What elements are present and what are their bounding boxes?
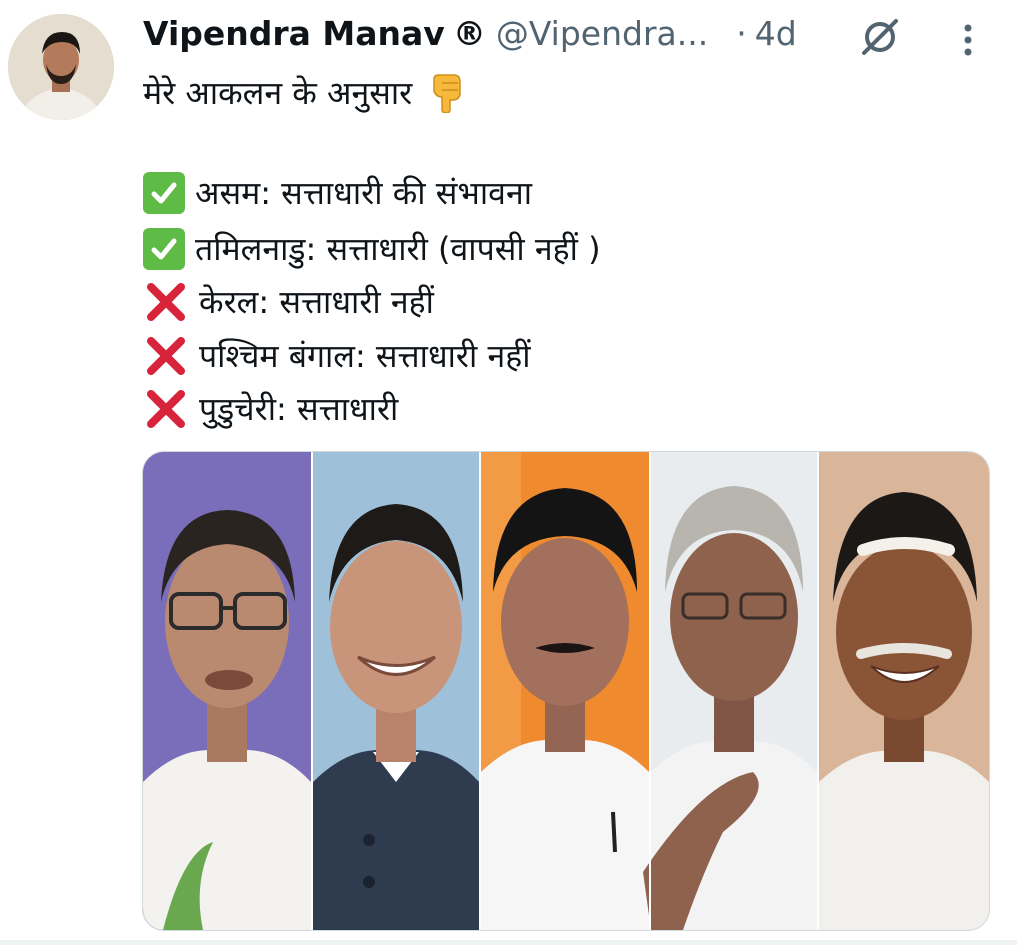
status-line-text: असम: सत्ताधारी की संभावना (195, 174, 533, 212)
tweet-intro-text: मेरे आकलन के अनुसार (143, 74, 413, 112)
profile-photo-icon (8, 14, 114, 120)
portrait-1 (143, 452, 311, 930)
registered-mark: ® (452, 14, 486, 53)
display-name[interactable]: Vipendra Manav (143, 10, 445, 58)
portrait-3 (481, 452, 649, 930)
grok-icon[interactable] (858, 16, 902, 56)
cross-mark-icon (143, 333, 189, 379)
status-line-text: पश्चिम बंगाल: सत्ताधारी नहीं (199, 337, 531, 375)
timestamp[interactable]: 4d (755, 10, 797, 58)
status-line-text: पुडुचेरी: सत्ताधारी (199, 390, 399, 428)
bottom-divider (0, 940, 1017, 945)
pointing-down-emoji-icon (426, 73, 466, 113)
separator-dot: · (736, 14, 747, 53)
avatar[interactable] (8, 14, 114, 120)
more-vertical-icon[interactable] (953, 20, 983, 60)
tweet-card[interactable]: Vipendra Manav ® @Vipendra... · 4d मेरे … (0, 0, 1017, 945)
status-line-assam: असम: सत्ताधारी की संभावना (143, 170, 532, 216)
portrait-collage (143, 452, 989, 930)
cross-mark-icon (143, 386, 189, 432)
tweet-intro-line: मेरे आकलन के अनुसार (143, 70, 466, 116)
user-handle[interactable]: @Vipendra... (496, 10, 708, 58)
portrait-2 (313, 452, 479, 930)
tweet-header: Vipendra Manav ® @Vipendra... · 4d (143, 10, 797, 58)
status-line-text: तमिलनाडु: सत्ताधारी (वापसी नहीं ) (195, 230, 601, 268)
check-mark-icon (143, 172, 185, 214)
check-mark-icon (143, 228, 185, 270)
tweet-media-image[interactable] (142, 451, 990, 931)
status-line-west-bengal: पश्चिम बंगाल: सत्ताधारी नहीं (143, 333, 531, 379)
status-line-kerala: केरल: सत्ताधारी नहीं (143, 279, 434, 325)
status-line-tamilnadu: तमिलनाडु: सत्ताधारी (वापसी नहीं ) (143, 226, 601, 272)
portrait-5 (819, 452, 989, 930)
status-line-text: केरल: सत्ताधारी नहीं (199, 283, 434, 321)
portrait-4 (643, 452, 817, 930)
status-line-puducherry: पुडुचेरी: सत्ताधारी (143, 386, 398, 432)
cross-mark-icon (143, 279, 189, 325)
